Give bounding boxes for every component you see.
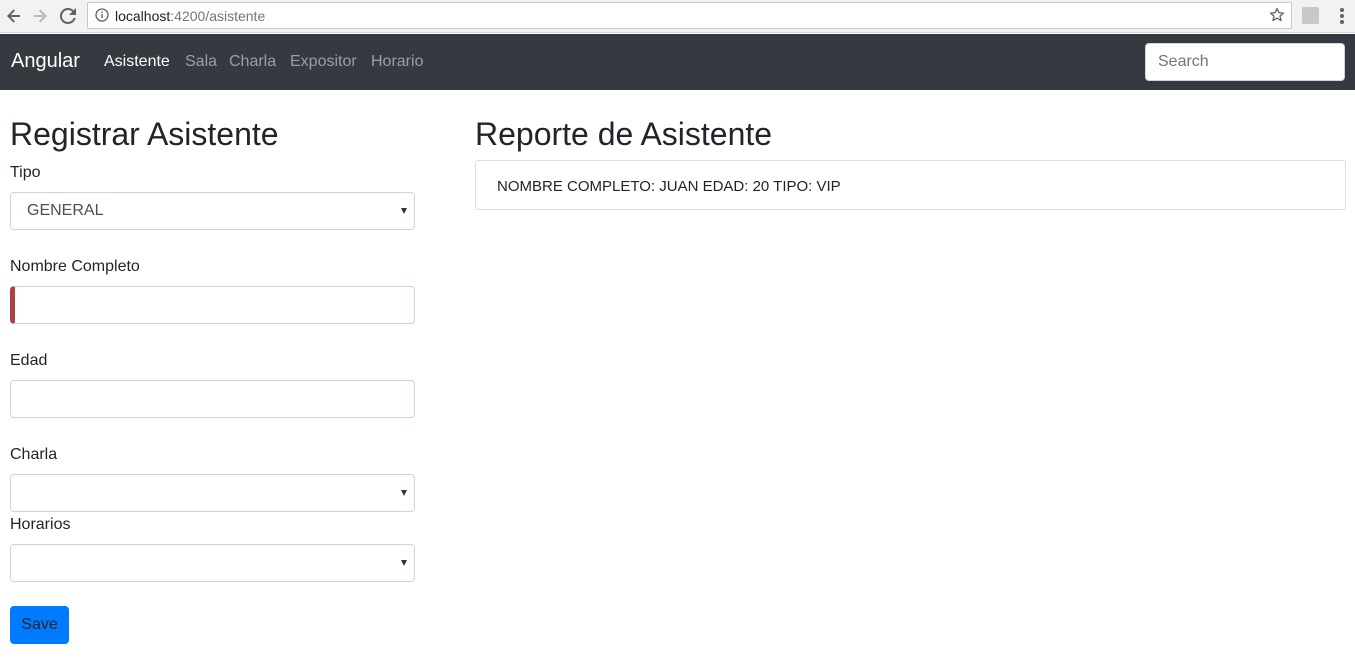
navbar: Angular Asistente Sala Charla Expositor … <box>0 34 1355 90</box>
bookmark-star-icon[interactable] <box>1269 7 1285 28</box>
browser-toolbar: localhost:4200/asistente <box>0 0 1355 33</box>
info-icon[interactable] <box>95 8 109 27</box>
url-text: localhost:4200/asistente <box>115 8 265 24</box>
url-host: localhost <box>115 8 171 24</box>
nav-link-asistente[interactable]: Asistente <box>104 53 170 71</box>
address-bar[interactable]: localhost:4200/asistente <box>87 2 1292 29</box>
save-button[interactable]: Save <box>10 606 69 644</box>
back-button[interactable] <box>2 4 26 28</box>
charla-select[interactable] <box>10 474 415 512</box>
tipo-label: Tipo <box>10 164 41 181</box>
horarios-select[interactable] <box>10 544 415 582</box>
nombre-completo-input[interactable] <box>10 286 415 324</box>
edad-label: Edad <box>10 352 48 369</box>
report-title: Reporte de Asistente <box>475 116 773 152</box>
url-path: :4200/asistente <box>170 8 266 24</box>
arrow-right-icon <box>34 9 47 23</box>
charla-label: Charla <box>10 446 58 463</box>
nombre-label: Nombre Completo <box>10 258 140 275</box>
tipo-select[interactable]: GENERAL <box>10 192 415 230</box>
nav-link-horario[interactable]: Horario <box>371 53 423 71</box>
dropdown-caret-icon <box>401 208 407 214</box>
nav-link-sala[interactable]: Sala <box>185 53 217 71</box>
nav-link-expositor[interactable]: Expositor <box>290 53 357 71</box>
dropdown-caret-icon <box>401 560 407 566</box>
forward-button[interactable] <box>28 4 52 28</box>
reload-icon <box>60 8 76 24</box>
nav-link-charla[interactable]: Charla <box>229 53 276 71</box>
edad-input[interactable] <box>10 380 415 418</box>
dropdown-caret-icon <box>401 490 407 496</box>
horarios-label: Horarios <box>10 516 71 533</box>
reload-button[interactable] <box>56 4 80 28</box>
arrow-left-icon <box>7 9 20 23</box>
tipo-selected-value: GENERAL <box>27 202 104 219</box>
navbar-brand[interactable]: Angular <box>11 50 80 73</box>
report-card: NOMBRE COMPLETO: JUAN EDAD: 20 TIPO: VIP <box>475 160 1346 210</box>
search-input[interactable] <box>1145 43 1345 81</box>
browser-menu-icon[interactable] <box>1335 6 1349 26</box>
pdf-extension-icon[interactable] <box>1302 7 1319 24</box>
form-title: Registrar Asistente <box>10 116 279 152</box>
report-entry: NOMBRE COMPLETO: JUAN EDAD: 20 TIPO: VIP <box>497 178 841 195</box>
